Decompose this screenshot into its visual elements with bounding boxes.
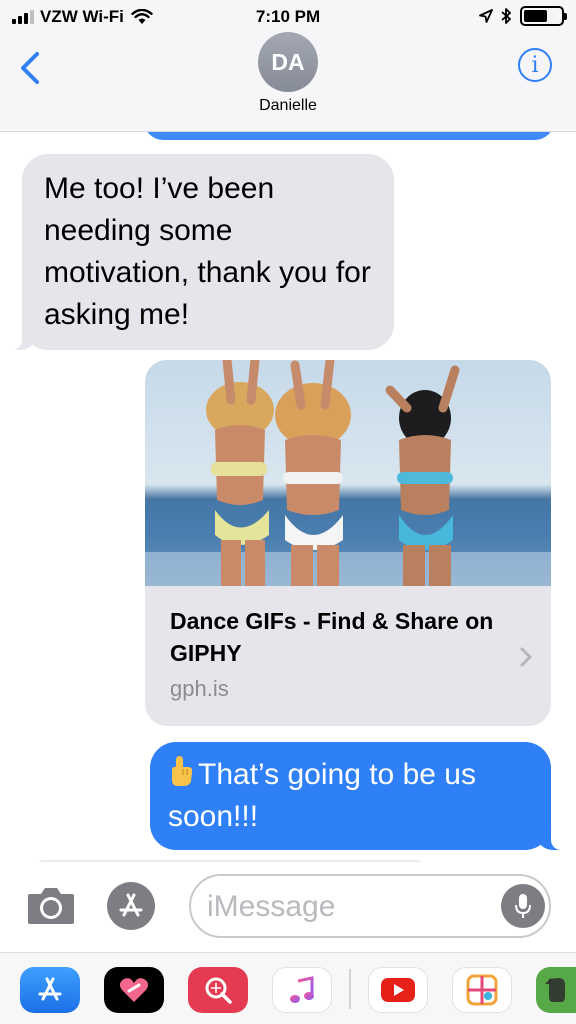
- previous-sent-bubble[interactable]: [144, 132, 554, 140]
- message-input-container[interactable]: [189, 874, 551, 938]
- camera-button[interactable]: [26, 884, 76, 926]
- received-message-bubble[interactable]: Me too! I’ve been needing some motivatio…: [8, 154, 394, 350]
- youtube-icon: [381, 978, 415, 1002]
- message-text: That’s going to be us soon!!!: [168, 758, 476, 833]
- evernote-app[interactable]: [536, 967, 576, 1013]
- bluetooth-icon: [501, 8, 511, 24]
- link-preview-meta: Dance GIFs - Find & Share on GIPHY gph.i…: [170, 605, 500, 702]
- photo-grid-icon: [466, 974, 498, 1006]
- pointing-up-emoji-icon: [172, 756, 193, 786]
- app-store-button[interactable]: [107, 882, 155, 930]
- image-search-app[interactable]: [188, 967, 248, 1013]
- music-app[interactable]: [272, 967, 332, 1013]
- youtube-app[interactable]: [368, 967, 428, 1013]
- chevron-left-icon: [21, 52, 39, 84]
- heart-sticker-app[interactable]: [104, 967, 164, 1013]
- link-preview-card[interactable]: Dance GIFs - Find & Share on GIPHY gph.i…: [145, 360, 551, 726]
- contact-name[interactable]: Danielle: [0, 97, 576, 115]
- app-store-icon: [119, 893, 143, 917]
- status-right: [479, 6, 567, 26]
- compose-bar: [0, 862, 576, 952]
- camera-icon: [28, 888, 74, 924]
- heart-sticker-icon: [119, 978, 149, 1002]
- app-store-icon: [38, 977, 62, 1001]
- link-preview-image: [145, 360, 551, 586]
- search-images-icon: [205, 977, 232, 1004]
- evernote-icon: [545, 978, 565, 1003]
- location-arrow-icon: [479, 9, 493, 23]
- drawer-divider: [349, 969, 351, 1009]
- dictation-button[interactable]: [501, 884, 545, 928]
- music-icon: [290, 976, 314, 1003]
- back-button[interactable]: [16, 48, 46, 88]
- conversation-header: VZW Wi-Fi 7:10 PM DA Danielle i: [0, 0, 576, 132]
- sent-message-bubble[interactable]: That’s going to be us soon!!!: [150, 742, 565, 850]
- battery-icon: [520, 6, 567, 26]
- link-preview-title: Dance GIFs - Find & Share on GIPHY: [170, 608, 494, 666]
- message-list[interactable]: Me too! I’ve been needing some motivatio…: [0, 132, 576, 862]
- info-button[interactable]: i: [518, 48, 552, 82]
- app-store-app[interactable]: [20, 967, 80, 1013]
- info-icon: i: [531, 52, 539, 78]
- microphone-icon: [515, 894, 531, 918]
- contact-avatar[interactable]: DA: [258, 32, 318, 92]
- chevron-right-icon: [520, 647, 532, 667]
- message-input[interactable]: [207, 884, 497, 930]
- link-preview-domain: gph.is: [170, 676, 229, 701]
- status-bar: VZW Wi-Fi 7:10 PM: [0, 0, 576, 34]
- battery-fill: [524, 10, 548, 22]
- imessage-app-drawer: [0, 952, 576, 1024]
- photo-grid-app[interactable]: [452, 967, 512, 1013]
- message-text: Me too! I’ve been needing some motivatio…: [44, 172, 371, 331]
